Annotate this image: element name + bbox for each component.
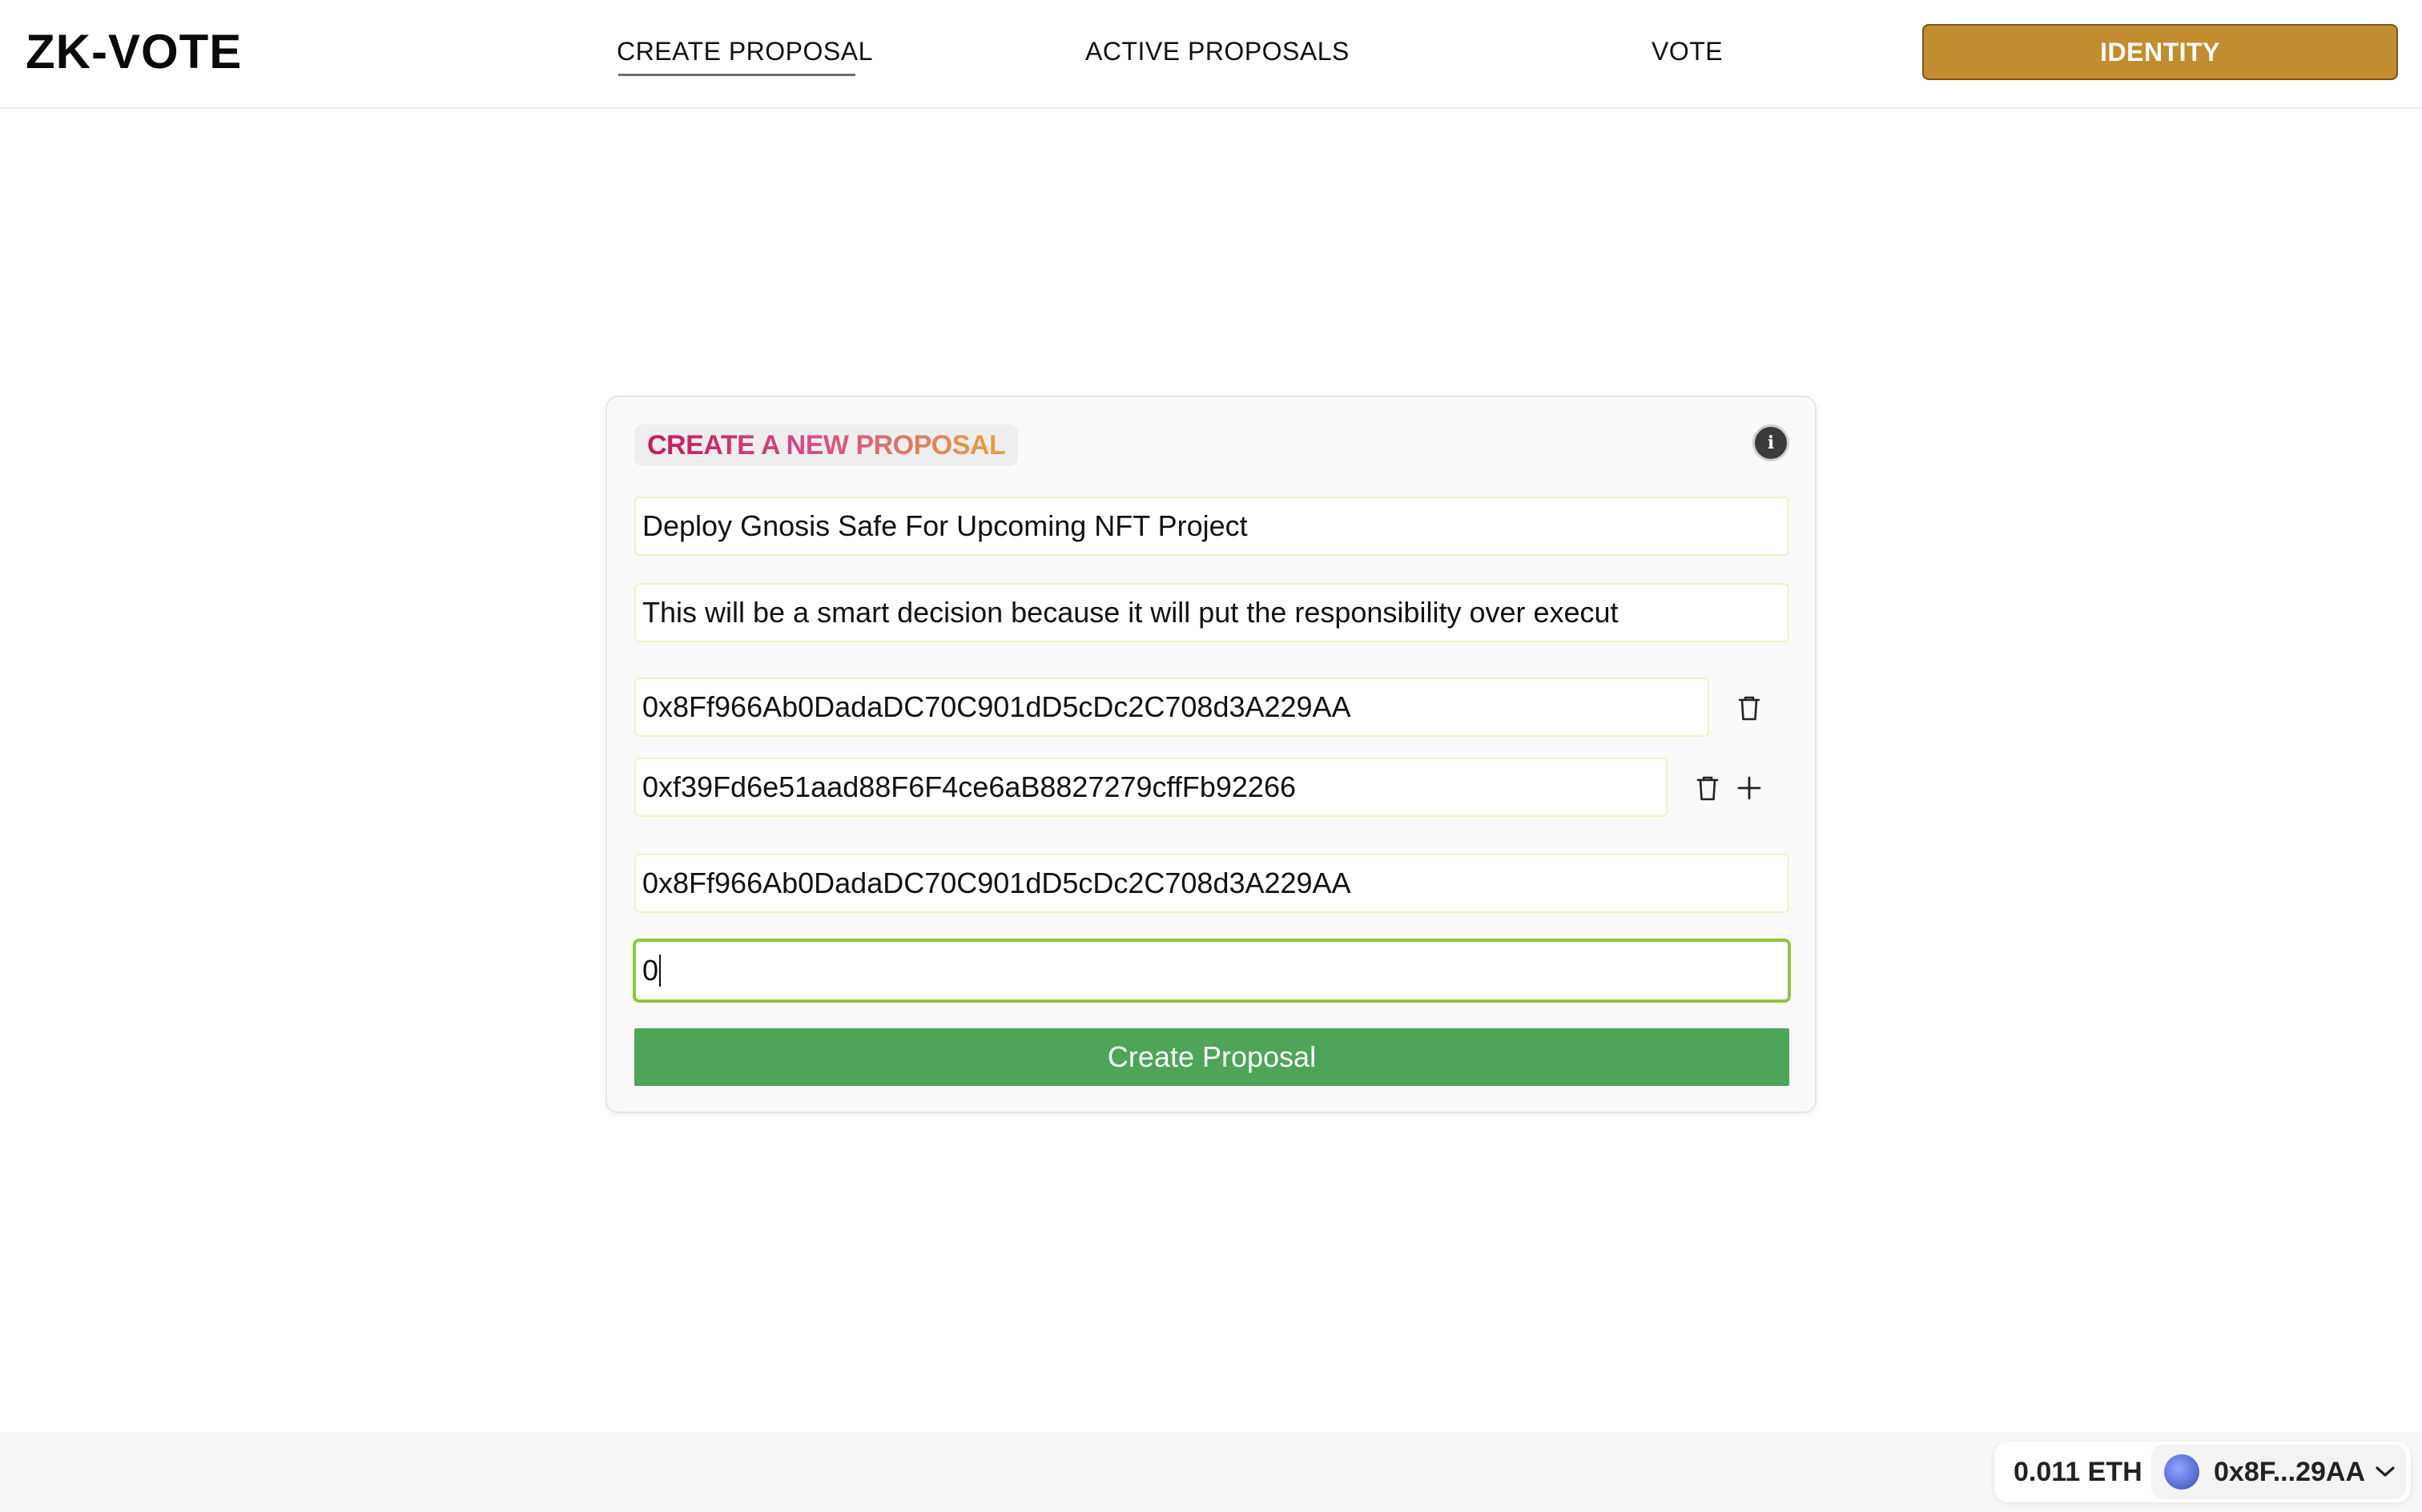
account-button[interactable]: 0x8F...29AA bbox=[2151, 1445, 2406, 1499]
nav-create-proposal[interactable]: CREATE PROPOSAL bbox=[617, 37, 873, 66]
address-input-1[interactable]: 0x8Ff966Ab0DadaDC70C901dD5cDc2C708d3A229… bbox=[634, 678, 1709, 737]
card-title-badge: CREATE A NEW PROPOSAL bbox=[634, 424, 1019, 466]
wallet-balance: 0.011 ETH bbox=[2014, 1456, 2142, 1487]
info-icon[interactable]: i bbox=[1752, 424, 1789, 461]
account-address: 0x8F...29AA bbox=[2214, 1456, 2365, 1487]
chevron-down-icon bbox=[2375, 1466, 2396, 1478]
create-proposal-button[interactable]: Create Proposal bbox=[634, 1028, 1789, 1086]
delete-address-1-trash-icon[interactable] bbox=[1732, 690, 1767, 726]
target-address-value: 0x8Ff966Ab0DadaDC70C901dD5cDc2C708d3A229… bbox=[642, 867, 1351, 899]
top-nav-bar: ZK-VOTE CREATE PROPOSAL ACTIVE PROPOSALS… bbox=[0, 0, 2422, 109]
nav-active-proposals[interactable]: ACTIVE PROPOSALS bbox=[1085, 37, 1350, 66]
nav-vote[interactable]: VOTE bbox=[1652, 37, 1723, 66]
proposal-description-input[interactable]: This will be a smart decision because it… bbox=[634, 583, 1789, 642]
target-address-input[interactable]: 0x8Ff966Ab0DadaDC70C901dD5cDc2C708d3A229… bbox=[634, 854, 1789, 913]
create-proposal-card: CREATE A NEW PROPOSAL i Deploy Gnosis Sa… bbox=[606, 396, 1816, 1113]
app-logo: ZK-VOTE bbox=[26, 25, 243, 78]
account-avatar bbox=[2164, 1454, 2199, 1490]
value-input-value: 0 bbox=[642, 954, 659, 987]
text-caret bbox=[659, 955, 662, 987]
address-value-2: 0xf39Fd6e51aad88F6F4ce6aB8827279cffFb922… bbox=[642, 770, 1296, 803]
proposal-title-value: Deploy Gnosis Safe For Upcoming NFT Proj… bbox=[642, 509, 1248, 542]
address-input-2[interactable]: 0xf39Fd6e51aad88F6F4ce6aB8827279cffFb922… bbox=[634, 758, 1668, 817]
identity-button[interactable]: IDENTITY bbox=[1922, 24, 2398, 80]
proposal-description-value: This will be a smart decision because it… bbox=[642, 596, 1619, 629]
value-input[interactable]: 0 bbox=[633, 939, 1791, 1003]
add-address-plus-icon[interactable] bbox=[1732, 770, 1767, 806]
proposal-title-input[interactable]: Deploy Gnosis Safe For Upcoming NFT Proj… bbox=[634, 497, 1789, 556]
active-tab-underline bbox=[618, 74, 855, 76]
card-title: CREATE A NEW PROPOSAL bbox=[647, 429, 1006, 460]
address-value-1: 0x8Ff966Ab0DadaDC70C901dD5cDc2C708d3A229… bbox=[642, 690, 1351, 723]
app-root: ZK-VOTE CREATE PROPOSAL ACTIVE PROPOSALS… bbox=[0, 0, 2422, 1512]
delete-address-2-trash-icon[interactable] bbox=[1690, 770, 1725, 806]
wallet-widget: 0.011 ETH 0x8F...29AA bbox=[1994, 1442, 2411, 1502]
